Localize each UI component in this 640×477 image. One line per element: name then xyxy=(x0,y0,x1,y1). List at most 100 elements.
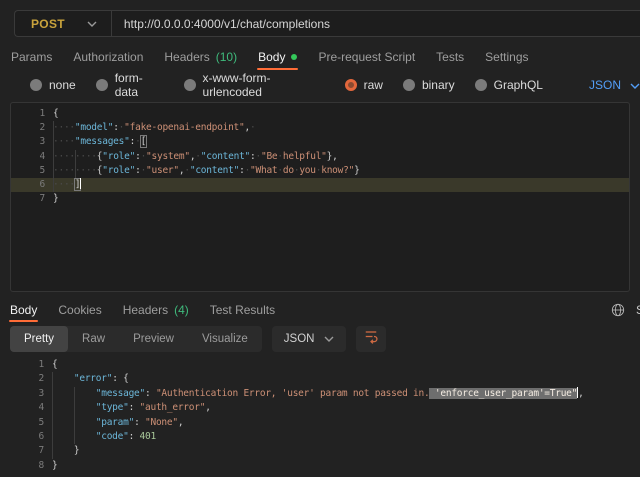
line-number: 5 xyxy=(10,416,44,430)
tab-label: Settings xyxy=(485,50,528,64)
radio-label: GraphQL xyxy=(494,78,543,92)
view-tab-visualize[interactable]: Visualize xyxy=(188,326,262,352)
request-body-editor[interactable]: 1{2····"model":·"fake-openai-endpoint",·… xyxy=(10,102,630,292)
radio-x-www-form-urlencoded[interactable]: x-www-form-urlencoded xyxy=(184,71,325,99)
indent-guide xyxy=(74,387,75,445)
line-number: 1 xyxy=(10,358,44,372)
response-language-label: JSON xyxy=(284,333,315,345)
tab-cookies[interactable]: Cookies xyxy=(58,298,101,322)
tab-body[interactable]: Body xyxy=(258,44,297,70)
tab-response-body[interactable]: Body xyxy=(10,298,37,322)
line-number: 3 xyxy=(11,135,45,149)
line-number: 8 xyxy=(10,459,44,473)
body-modified-dot xyxy=(291,54,297,60)
code-token: "auth_error" xyxy=(140,402,206,413)
code-line[interactable]: 5········{"role":·"user",·"content":·"Wh… xyxy=(11,164,629,178)
line-number: 5 xyxy=(11,164,45,178)
radio-form-data[interactable]: form-data xyxy=(96,71,164,99)
code-line-content: "error": { xyxy=(44,372,129,386)
code-token: , xyxy=(205,402,210,413)
tab-tests[interactable]: Tests xyxy=(436,44,464,70)
view-tab-preview[interactable]: Preview xyxy=(119,326,188,352)
code-token: : { xyxy=(112,373,128,384)
code-line[interactable]: 2 "error": { xyxy=(10,372,640,386)
code-line-content: } xyxy=(44,459,57,473)
code-line[interactable]: 8} xyxy=(10,459,640,473)
url-input[interactable]: http://0.0.0.0:4000/v1/chat/completions xyxy=(112,17,330,31)
clipped-status-text: S xyxy=(636,303,640,317)
radio-icon xyxy=(96,79,108,91)
view-tab-raw[interactable]: Raw xyxy=(68,326,119,352)
code-line[interactable]: 1{ xyxy=(10,358,640,372)
code-line-content: { xyxy=(45,107,58,121)
chevron-down-icon xyxy=(324,333,334,345)
raw-language-label: JSON xyxy=(589,78,621,92)
code-token: do xyxy=(283,165,294,176)
line-number: 3 xyxy=(10,387,44,401)
code-line[interactable]: 3····"messages":·[ xyxy=(11,135,629,149)
line-number: 6 xyxy=(10,430,44,444)
code-line-content: ········{"role":·"user",·"content":·"Wha… xyxy=(45,164,360,178)
code-line-content: } xyxy=(44,444,79,458)
code-token: } xyxy=(354,165,359,176)
view-tab-pretty[interactable]: Pretty xyxy=(10,326,68,352)
line-number: 1 xyxy=(11,107,45,121)
line-number: 2 xyxy=(11,121,45,135)
code-line[interactable]: 7 } xyxy=(10,444,640,458)
code-line[interactable]: 2····"model":·"fake-openai-endpoint",· xyxy=(11,121,629,135)
code-line[interactable]: 6····] xyxy=(11,178,629,192)
tab-test-results[interactable]: Test Results xyxy=(210,298,275,322)
code-line[interactable]: 4 "type": "auth_error", xyxy=(10,401,640,415)
code-token: ···· xyxy=(53,179,75,190)
tab-settings[interactable]: Settings xyxy=(485,44,528,70)
globe-icon[interactable] xyxy=(611,303,625,317)
wrap-text-icon xyxy=(363,329,379,349)
code-token: ···· xyxy=(53,122,75,133)
code-token: : xyxy=(134,417,145,428)
code-line[interactable]: 7} xyxy=(11,192,629,206)
code-line-content: ····] xyxy=(45,178,81,192)
wrap-text-button[interactable] xyxy=(356,326,386,352)
code-line-content: ········{"role":·"system",·"content":·"B… xyxy=(45,150,338,164)
method-selector[interactable]: POST xyxy=(15,11,111,36)
code-token: { xyxy=(53,108,58,119)
radio-none[interactable]: none xyxy=(30,78,76,92)
code-token: "user" xyxy=(146,165,179,176)
code-line[interactable]: 3 "message": "Authentication Error, 'use… xyxy=(10,387,640,401)
tab-authorization[interactable]: Authorization xyxy=(73,44,143,70)
code-line[interactable]: 6 "code": 401 xyxy=(10,430,640,444)
code-line-content: "type": "auth_error", xyxy=(44,401,211,415)
code-token: [ xyxy=(141,136,146,147)
radio-raw[interactable]: raw xyxy=(345,78,383,92)
radio-label: binary xyxy=(422,78,455,92)
code-line[interactable]: 5 "param": "None", xyxy=(10,416,640,430)
code-token: you xyxy=(299,165,315,176)
code-token: "None" xyxy=(145,417,178,428)
chevron-down-icon xyxy=(87,21,97,27)
tab-label: Authorization xyxy=(73,50,143,64)
response-language-selector[interactable]: JSON xyxy=(272,326,347,352)
tab-response-headers[interactable]: Headers(4) xyxy=(123,298,189,322)
radio-label: x-www-form-urlencoded xyxy=(203,71,325,99)
code-line[interactable]: 1{ xyxy=(11,107,629,121)
code-token: "Authentication Error, 'user' param not … xyxy=(156,388,429,399)
radio-icon xyxy=(475,79,487,91)
tab-params[interactable]: Params xyxy=(11,44,52,70)
code-token: "role" xyxy=(102,151,135,162)
code-token: "content" xyxy=(190,165,239,176)
code-token: · xyxy=(135,136,140,147)
response-body-editor[interactable]: 1{2 "error": {3 "message": "Authenticati… xyxy=(10,355,640,477)
code-line[interactable]: 4········{"role":·"system",·"content":·"… xyxy=(11,150,629,164)
radio-binary[interactable]: binary xyxy=(403,78,455,92)
code-token: · xyxy=(250,122,255,133)
radio-graphql[interactable]: GraphQL xyxy=(475,78,543,92)
line-number: 7 xyxy=(10,444,44,458)
tab-label: Headers xyxy=(164,50,209,64)
raw-language-selector[interactable]: JSON xyxy=(589,78,640,92)
tab-label: Test Results xyxy=(210,303,275,317)
code-token: }, xyxy=(327,151,338,162)
tab-pre-request-script[interactable]: Pre-request Script xyxy=(318,44,415,70)
code-token: ···· xyxy=(53,136,75,147)
tab-headers[interactable]: Headers(10) xyxy=(164,44,237,70)
code-token: "error" xyxy=(74,373,112,384)
